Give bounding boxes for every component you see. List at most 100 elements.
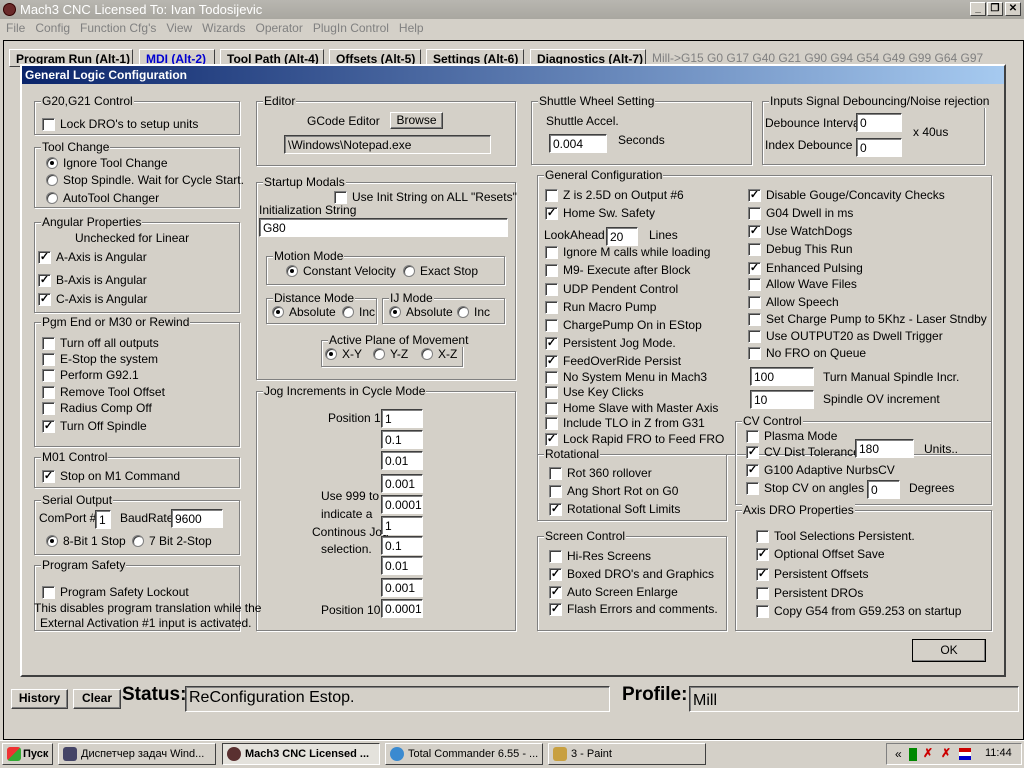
checkbox-nofro[interactable] bbox=[748, 347, 761, 360]
checkbox-fro-persist[interactable]: ✓ bbox=[545, 355, 558, 368]
radio-d-abs[interactable] bbox=[272, 306, 284, 318]
checkbox-key-clicks[interactable] bbox=[545, 386, 558, 399]
radio-stop-spindle[interactable] bbox=[46, 174, 58, 186]
input-baud[interactable]: 9600 bbox=[171, 509, 223, 528]
tray-expand-icon[interactable]: « bbox=[895, 747, 902, 761]
menu-wizards[interactable]: Wizards bbox=[202, 21, 245, 35]
checkbox-tlo[interactable] bbox=[545, 417, 558, 430]
checkbox-off-outputs[interactable] bbox=[42, 337, 55, 350]
task-item[interactable]: Total Commander 6.55 - ... bbox=[385, 743, 543, 765]
checkbox-persoffsets[interactable]: ✓ bbox=[756, 568, 769, 581]
checkbox-wave[interactable] bbox=[748, 278, 761, 291]
input-stopcv[interactable]: 0 bbox=[867, 480, 900, 499]
checkbox-chargepump[interactable] bbox=[545, 319, 558, 332]
jog-increment-input[interactable]: 0.001 bbox=[381, 578, 423, 597]
browse-button[interactable]: Browse bbox=[390, 112, 443, 129]
checkbox-persdros[interactable] bbox=[756, 587, 769, 600]
input-init[interactable]: G80 bbox=[259, 218, 508, 237]
tray-meter-icon[interactable] bbox=[909, 748, 917, 761]
jog-increment-input[interactable]: 0.0001 bbox=[381, 495, 423, 514]
menu-view[interactable]: View bbox=[166, 21, 192, 35]
radio-exact[interactable] bbox=[403, 265, 415, 277]
checkbox-rotsoft[interactable]: ✓ bbox=[549, 503, 562, 516]
checkbox-flash[interactable]: ✓ bbox=[549, 603, 562, 616]
checkbox-angshort[interactable] bbox=[549, 485, 562, 498]
radio-xz[interactable] bbox=[421, 348, 433, 360]
input-spindle-incr[interactable]: 100 bbox=[750, 367, 814, 386]
jog-increment-input[interactable]: 0.01 bbox=[381, 556, 423, 575]
checkbox-rm-tool[interactable] bbox=[42, 386, 55, 399]
checkbox-jog-persist[interactable]: ✓ bbox=[545, 337, 558, 350]
checkbox-g04[interactable] bbox=[748, 207, 761, 220]
jog-increment-input[interactable]: 0.01 bbox=[381, 451, 423, 470]
menu-function-cfgs[interactable]: Function Cfg's bbox=[80, 21, 156, 35]
checkbox-copyg54[interactable] bbox=[756, 605, 769, 618]
checkbox-radius[interactable] bbox=[42, 402, 55, 415]
jog-increment-input[interactable]: 1 bbox=[381, 516, 423, 535]
checkbox-b-ang[interactable]: ✓ bbox=[38, 274, 51, 287]
jog-increment-input[interactable]: 0.001 bbox=[381, 474, 423, 493]
input-lookahead[interactable]: 20 bbox=[606, 227, 638, 246]
checkbox-pump5k[interactable] bbox=[748, 313, 761, 326]
checkbox-home-safety[interactable]: ✓ bbox=[545, 207, 558, 220]
jog-increment-input[interactable]: 0.1 bbox=[381, 536, 423, 555]
radio-ignore-tc[interactable] bbox=[46, 157, 58, 169]
history-button[interactable]: History bbox=[11, 689, 68, 709]
menu-file[interactable]: File bbox=[6, 21, 25, 35]
menu-help[interactable]: Help bbox=[399, 21, 424, 35]
input-editor-path[interactable]: \Windows\Notepad.exe bbox=[284, 135, 491, 154]
radio-yz[interactable] bbox=[373, 348, 385, 360]
checkbox-z25[interactable] bbox=[545, 189, 558, 202]
menu-plugin-control[interactable]: PlugIn Control bbox=[313, 21, 389, 35]
checkbox-macro-pump[interactable] bbox=[545, 301, 558, 314]
network-disconnected-icon[interactable]: ✗ bbox=[923, 746, 933, 760]
checkbox-stopcv[interactable] bbox=[746, 482, 759, 495]
checkbox-ignore-m[interactable] bbox=[545, 246, 558, 259]
checkbox-pulsing[interactable]: ✓ bbox=[748, 262, 761, 275]
checkbox-safety[interactable] bbox=[42, 586, 55, 599]
maximize-button[interactable]: ❐ bbox=[987, 2, 1003, 16]
minimize-button[interactable]: _ bbox=[970, 2, 986, 16]
checkbox-lock-rapid[interactable]: ✓ bbox=[545, 433, 558, 446]
checkbox-udp[interactable] bbox=[545, 283, 558, 296]
start-button[interactable]: Пуск bbox=[2, 743, 53, 765]
close-button[interactable]: ✕ bbox=[1005, 2, 1021, 16]
checkbox-a-ang[interactable]: ✓ bbox=[38, 251, 51, 264]
menu-config[interactable]: Config bbox=[35, 21, 70, 35]
checkbox-c-ang[interactable]: ✓ bbox=[38, 293, 51, 306]
input-index[interactable]: 0 bbox=[856, 138, 902, 157]
checkbox-m1[interactable]: ✓ bbox=[42, 470, 55, 483]
task-item[interactable]: Mach3 CNC Licensed ... bbox=[222, 743, 380, 765]
checkbox-toolsel[interactable] bbox=[756, 530, 769, 543]
checkbox-lock-dro[interactable] bbox=[42, 118, 55, 131]
checkbox-spindle-off[interactable]: ✓ bbox=[42, 420, 55, 433]
jog-increment-input[interactable]: 1 bbox=[381, 409, 423, 428]
network-disconnected-icon[interactable]: ✗ bbox=[941, 746, 951, 760]
checkbox-rot360[interactable] bbox=[549, 467, 562, 480]
task-item[interactable]: 3 - Paint bbox=[548, 743, 706, 765]
checkbox-no-sysmenu[interactable] bbox=[545, 371, 558, 384]
checkbox-hires[interactable] bbox=[549, 550, 562, 563]
ok-button[interactable]: OK bbox=[912, 639, 986, 662]
input-spindle-ov[interactable]: 10 bbox=[750, 390, 814, 409]
input-cvdist[interactable]: 180 bbox=[855, 439, 914, 458]
radio-cv[interactable] bbox=[286, 265, 298, 277]
checkbox-m9[interactable] bbox=[545, 264, 558, 277]
checkbox-g921[interactable] bbox=[42, 369, 55, 382]
input-debounce[interactable]: 0 bbox=[856, 113, 902, 132]
radio-autotool[interactable] bbox=[46, 192, 58, 204]
radio-xy[interactable] bbox=[325, 348, 337, 360]
checkbox-enlarge[interactable]: ✓ bbox=[549, 586, 562, 599]
radio-bit8[interactable] bbox=[46, 535, 58, 547]
checkbox-cvdist[interactable]: ✓ bbox=[746, 446, 759, 459]
checkbox-g100[interactable]: ✓ bbox=[746, 464, 759, 477]
jog-increment-input[interactable]: 0.0001 bbox=[381, 599, 423, 618]
checkbox-out20[interactable] bbox=[748, 330, 761, 343]
checkbox-home-slave[interactable] bbox=[545, 402, 558, 415]
checkbox-speech[interactable] bbox=[748, 296, 761, 309]
jog-increment-input[interactable]: 0.1 bbox=[381, 430, 423, 449]
input-shuttle[interactable]: 0.004 bbox=[549, 134, 607, 153]
task-item[interactable]: Диспетчер задач Wind... bbox=[58, 743, 216, 765]
menu-operator[interactable]: Operator bbox=[256, 21, 303, 35]
checkbox-boxed[interactable]: ✓ bbox=[549, 568, 562, 581]
